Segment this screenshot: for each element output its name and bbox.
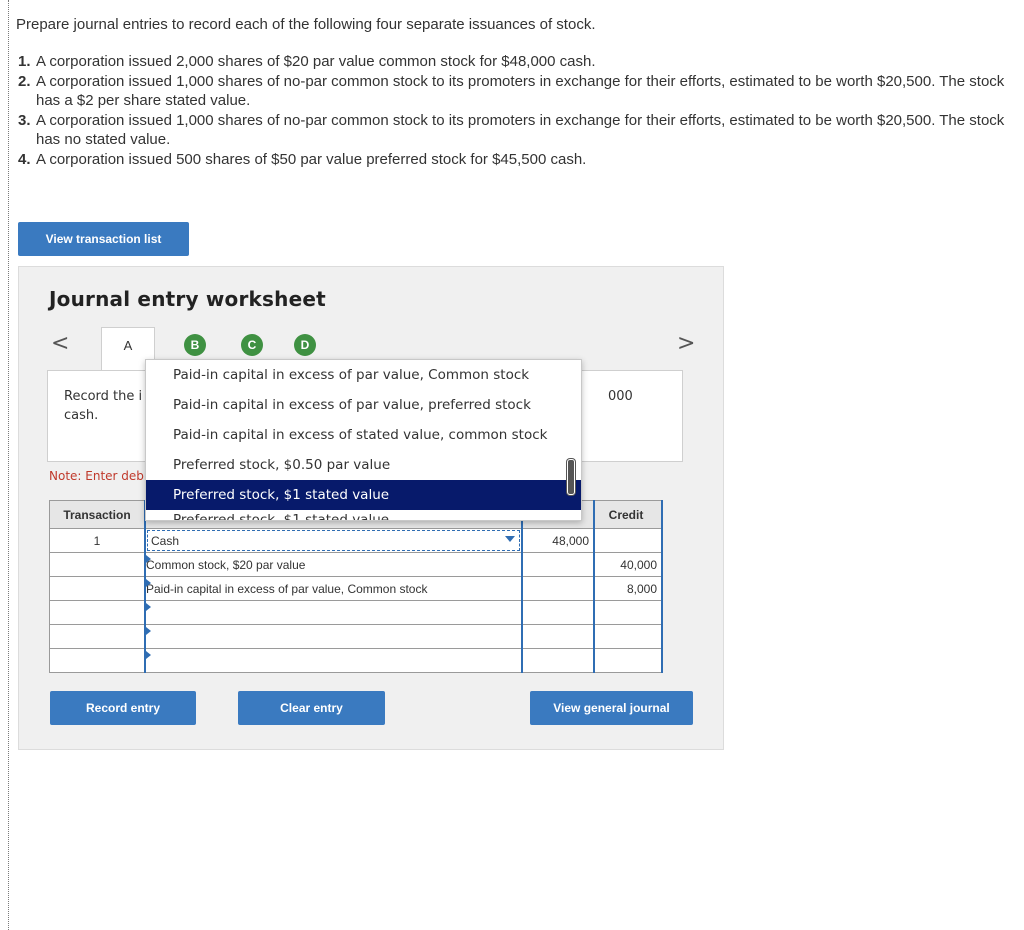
question-item: 3. A corporation issued 1,000 shares of … [18, 111, 1008, 150]
account-select-value[interactable]: Cash [147, 530, 520, 551]
dropdown-option[interactable]: Preferred stock, $1 stated value [146, 510, 581, 520]
question-list: 1. A corporation issued 2,000 shares of … [18, 52, 1008, 169]
table-row [49, 600, 663, 625]
transaction-number-cell [49, 600, 146, 625]
question-number: 2. [18, 72, 31, 90]
tab-c[interactable]: C [241, 334, 263, 356]
debit-input[interactable] [521, 552, 595, 577]
dropdown-option[interactable]: Paid-in capital in excess of stated valu… [146, 420, 581, 450]
account-select[interactable]: Paid-in capital in excess of par value, … [144, 576, 523, 601]
question-text: A corporation issued 2,000 shares of $20… [36, 53, 596, 70]
question-item: 1. A corporation issued 2,000 shares of … [18, 52, 1008, 72]
table-row [49, 624, 663, 649]
credit-input[interactable] [593, 648, 663, 673]
row-marker-icon [146, 555, 151, 563]
question-item: 4. A corporation issued 500 shares of $5… [18, 150, 1008, 170]
dropdown-option[interactable]: Paid-in capital in excess of par value, … [146, 360, 581, 390]
instruction-amount-fragment: 000 [608, 389, 633, 404]
transaction-number-cell: 1 [49, 528, 146, 553]
dropdown-scrollbar[interactable] [567, 459, 575, 495]
account-select[interactable]: Common stock, $20 par value [144, 552, 523, 577]
record-entry-button[interactable]: Record entry [50, 691, 196, 725]
debit-input[interactable] [521, 576, 595, 601]
debit-input[interactable]: 48,000 [521, 528, 595, 553]
transaction-number-cell [49, 552, 146, 577]
question-text: A corporation issued 500 shares of $50 p… [36, 150, 587, 168]
table-row: 1 Cash 48,000 [49, 528, 663, 553]
transaction-number-cell [49, 576, 146, 601]
account-name: Paid-in capital in excess of par value, … [146, 581, 428, 596]
question-text: A corporation issued 1,000 shares of no-… [36, 111, 1005, 149]
view-general-journal-button[interactable]: View general journal [530, 691, 693, 725]
tab-d[interactable]: D [294, 334, 316, 356]
credit-input[interactable]: 8,000 [593, 576, 663, 601]
instructions-prompt: Prepare journal entries to record each o… [16, 16, 596, 33]
table-row: Common stock, $20 par value 40,000 [49, 552, 663, 577]
credit-input[interactable] [593, 528, 663, 553]
account-select[interactable] [144, 624, 523, 649]
worksheet-title: Journal entry worksheet [49, 287, 326, 311]
view-transaction-list-button[interactable]: View transaction list [18, 222, 189, 256]
table-row: Paid-in capital in excess of par value, … [49, 576, 663, 601]
entry-note: Note: Enter debi [49, 469, 148, 483]
header-transaction: Transaction [49, 500, 146, 529]
journal-table: Transaction Credit 1 Cash 48,000 Common … [49, 500, 663, 673]
debit-input[interactable] [521, 648, 595, 673]
question-number: 3. [18, 111, 31, 129]
account-select[interactable] [144, 648, 523, 673]
question-item: 2. A corporation issued 1,000 shares of … [18, 72, 1008, 111]
transaction-number-cell [49, 648, 146, 673]
credit-input[interactable] [593, 600, 663, 625]
header-credit: Credit [593, 500, 663, 529]
transaction-number-cell [49, 624, 146, 649]
chevron-left-icon[interactable]: < [51, 331, 69, 356]
chevron-right-icon[interactable]: > [677, 331, 695, 356]
row-marker-icon [146, 651, 151, 659]
clear-entry-button[interactable]: Clear entry [238, 691, 385, 725]
left-dotted-rule [8, 0, 9, 930]
account-name: Cash [151, 533, 180, 548]
dropdown-option[interactable]: Paid-in capital in excess of par value, … [146, 390, 581, 420]
dropdown-arrow-icon[interactable] [505, 536, 515, 542]
credit-input[interactable] [593, 624, 663, 649]
dropdown-option[interactable]: Preferred stock, $0.50 par value [146, 450, 581, 480]
account-select[interactable]: Cash [144, 528, 523, 553]
tab-b[interactable]: B [184, 334, 206, 356]
account-dropdown-list[interactable]: Paid-in capital in excess of par value, … [145, 359, 582, 521]
debit-input[interactable] [521, 600, 595, 625]
row-marker-icon [146, 627, 151, 635]
credit-input[interactable]: 40,000 [593, 552, 663, 577]
debit-input[interactable] [521, 624, 595, 649]
table-row [49, 648, 663, 673]
account-name: Common stock, $20 par value [146, 557, 306, 572]
row-marker-icon [146, 579, 151, 587]
dropdown-option-selected[interactable]: Preferred stock, $1 stated value [146, 480, 581, 510]
question-number: 1. [18, 53, 31, 70]
question-text: A corporation issued 1,000 shares of no-… [36, 72, 1005, 110]
question-number: 4. [18, 150, 31, 168]
account-select[interactable] [144, 600, 523, 625]
row-marker-icon [146, 603, 151, 611]
